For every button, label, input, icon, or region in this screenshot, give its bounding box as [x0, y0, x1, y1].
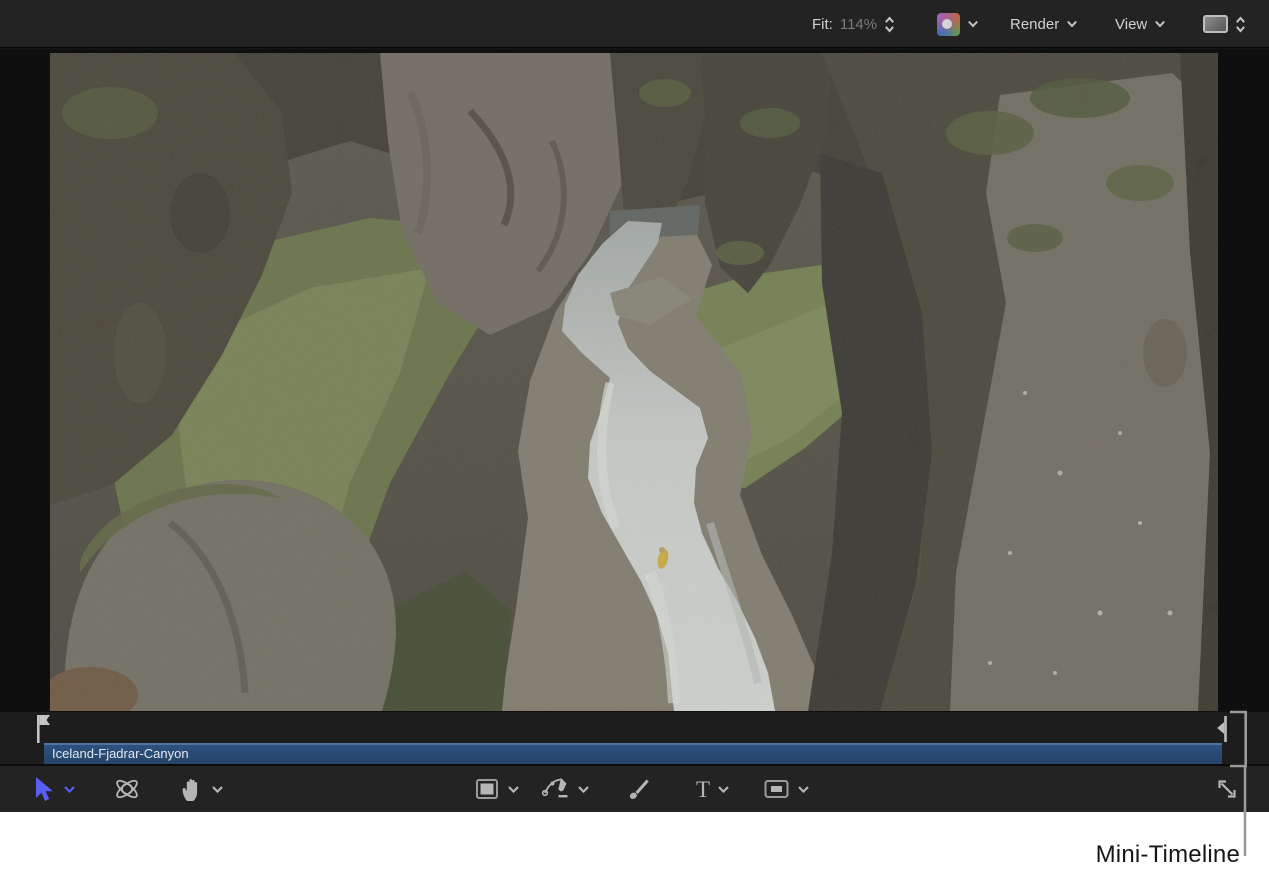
view-menu[interactable]: View [1115, 0, 1166, 48]
mini-timeline: Iceland-Fjadrar-Canyon [0, 712, 1269, 766]
render-menu[interactable]: Render [1010, 0, 1078, 48]
zoom-fit-control[interactable]: Fit: 114% [812, 0, 895, 48]
tool-pan[interactable] [179, 766, 224, 812]
orbit-icon[interactable] [113, 775, 141, 803]
image-mask-icon[interactable] [763, 777, 790, 801]
rectangle-shape-icon[interactable] [474, 777, 500, 801]
display-mode-icon[interactable] [1203, 15, 1228, 33]
clip-label: Iceland-Fjadrar-Canyon [52, 746, 189, 761]
expand-diagonal-icon[interactable] [1215, 777, 1239, 801]
chevron-down-icon[interactable] [967, 20, 979, 28]
stepper-icon[interactable] [1235, 16, 1246, 33]
timeline-clip-bar[interactable]: Iceland-Fjadrar-Canyon [44, 743, 1222, 764]
chevron-down-icon[interactable] [63, 785, 76, 794]
chevron-down-icon[interactable] [717, 785, 730, 794]
chevron-down-icon [1066, 20, 1078, 28]
zoom-value: 114% [840, 16, 877, 33]
canvas-toolbar-top: Fit: 114% Render View [0, 0, 1269, 48]
text-tool-icon[interactable]: T [696, 778, 710, 801]
chevron-down-icon[interactable] [507, 785, 520, 794]
tool-image-mask[interactable] [763, 766, 810, 812]
tool-3d-transform[interactable] [113, 766, 141, 812]
view-label: View [1115, 16, 1147, 33]
chevron-down-icon[interactable] [797, 785, 810, 794]
fit-label: Fit: [812, 16, 833, 33]
select-arrow-icon[interactable] [32, 776, 56, 802]
canvas-toolbar-bottom: T [0, 766, 1269, 812]
paintbrush-icon[interactable] [626, 776, 652, 802]
hand-icon[interactable] [179, 776, 204, 802]
chevron-down-icon[interactable] [211, 785, 224, 794]
display-mode-control[interactable] [1203, 0, 1246, 48]
video-frame-canyon[interactable] [50, 53, 1218, 711]
render-label: Render [1010, 16, 1059, 33]
expand-view-button[interactable] [1215, 766, 1239, 812]
stepper-icon[interactable] [884, 16, 895, 33]
canvas-area[interactable] [0, 49, 1269, 712]
chevron-down-icon [1154, 20, 1166, 28]
tool-rectangle-shape[interactable] [474, 766, 520, 812]
tool-select-transform[interactable] [32, 766, 76, 812]
tool-text[interactable]: T [696, 766, 730, 812]
tool-bezier-pen[interactable] [542, 766, 590, 812]
color-swatch-control[interactable] [937, 0, 979, 48]
chevron-down-icon[interactable] [577, 785, 590, 794]
motion-window: Fit: 114% Render View [0, 0, 1269, 812]
bezier-pen-icon[interactable] [542, 776, 570, 802]
project-end-marker[interactable] [1216, 714, 1232, 744]
playhead-marker[interactable] [33, 714, 53, 744]
color-swatch-icon[interactable] [937, 13, 960, 36]
callout-label: Mini-Timeline [1096, 841, 1240, 869]
tool-paint-stroke[interactable] [626, 766, 652, 812]
